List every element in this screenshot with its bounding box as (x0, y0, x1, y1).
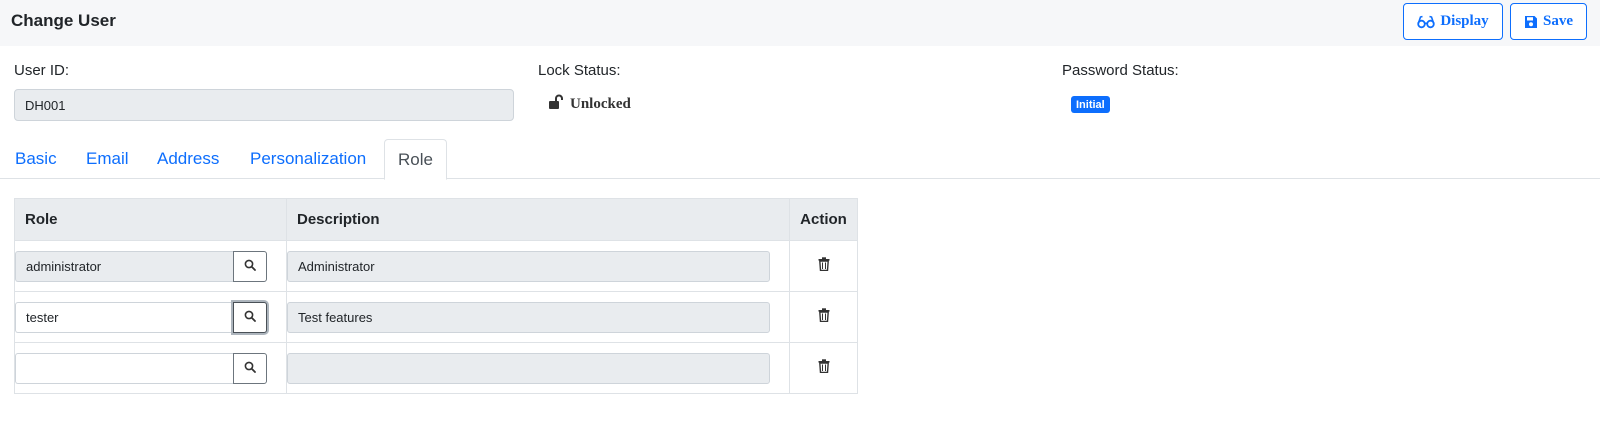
tab-role[interactable]: Role (384, 139, 447, 180)
role-input-group (15, 352, 286, 384)
lock-status: Unlocked (548, 94, 631, 115)
search-icon (244, 259, 256, 274)
role-search-button[interactable] (233, 250, 267, 282)
role-input-group (15, 301, 286, 333)
page-header: Change User Display Save (0, 0, 1600, 46)
role-input[interactable] (15, 250, 233, 282)
search-icon (244, 310, 256, 325)
unlock-icon (548, 94, 566, 115)
table-row (14, 291, 858, 343)
roles-table: Role Description Action (14, 198, 858, 394)
description-column-header: Description (286, 198, 790, 241)
lock-status-label: Lock Status: (538, 62, 621, 79)
role-search-button[interactable] (233, 301, 267, 333)
glasses-icon (1417, 15, 1436, 29)
page-title: Change User (11, 11, 116, 30)
role-input[interactable] (15, 352, 233, 384)
tab-email[interactable]: Email (86, 139, 129, 179)
description-field (287, 301, 770, 333)
trash-icon (818, 256, 830, 274)
trash-icon (818, 307, 830, 325)
delete-row-button[interactable] (818, 256, 830, 274)
description-field (287, 250, 770, 282)
table-row (14, 240, 858, 292)
display-button[interactable]: Display (1403, 3, 1503, 40)
tab-address[interactable]: Address (157, 139, 219, 179)
description-cell (286, 291, 790, 343)
role-cell (14, 342, 287, 394)
user-id-label: User ID: (14, 62, 70, 79)
floppy-disk-icon (1524, 15, 1538, 29)
password-status-badge: Initial (1071, 96, 1110, 113)
role-input-group (15, 250, 286, 282)
password-status-label: Password Status: (1062, 62, 1179, 79)
action-cell (789, 342, 858, 394)
description-field (287, 352, 770, 384)
display-button-label: Display (1440, 13, 1489, 29)
action-column-header: Action (789, 198, 858, 241)
tab-basic[interactable]: Basic (15, 139, 57, 179)
delete-row-button[interactable] (818, 358, 830, 376)
action-cell (789, 291, 858, 343)
role-input[interactable] (15, 301, 233, 333)
tab-bar: Basic Email Address Personalization Role (0, 139, 1600, 180)
role-search-button[interactable] (233, 352, 267, 384)
role-column-header: Role (14, 198, 287, 241)
tab-personalization[interactable]: Personalization (250, 139, 366, 179)
delete-row-button[interactable] (818, 307, 830, 325)
role-cell (14, 240, 287, 292)
table-header-row: Role Description Action (14, 198, 858, 241)
trash-icon (818, 358, 830, 376)
action-cell (789, 240, 858, 292)
description-cell (286, 240, 790, 292)
lock-status-value: Unlocked (570, 96, 631, 112)
table-row (14, 342, 858, 394)
user-id-field[interactable] (14, 89, 514, 121)
save-button[interactable]: Save (1510, 3, 1587, 40)
search-icon (244, 361, 256, 376)
role-cell (14, 291, 287, 343)
description-cell (286, 342, 790, 394)
save-button-label: Save (1543, 13, 1573, 29)
